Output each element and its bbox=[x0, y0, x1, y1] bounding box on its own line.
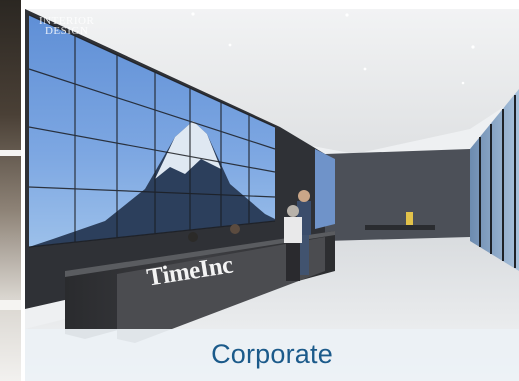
corporate-category-card[interactable]: INTERIOR DESIGN TimeInc Corporate bbox=[25, 9, 519, 381]
publisher-watermark: INTERIOR DESIGN bbox=[39, 16, 94, 37]
card-caption[interactable]: Corporate bbox=[25, 338, 519, 370]
adjacent-card-edge bbox=[0, 0, 21, 381]
watermark-line-2: DESIGN bbox=[44, 25, 89, 37]
lobby-photo bbox=[25, 9, 519, 381]
